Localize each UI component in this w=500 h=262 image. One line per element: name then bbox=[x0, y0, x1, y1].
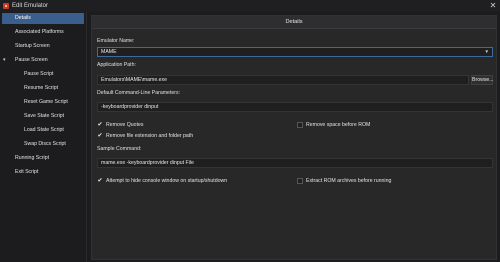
emulator-name-dropdown[interactable]: MAME ▼ bbox=[97, 47, 493, 57]
sidebar-item-label: Startup Screen bbox=[15, 43, 50, 49]
main-content: Details Emulator Name: MAME ▼ Applicatio… bbox=[88, 12, 500, 262]
application-path-label: Application Path: bbox=[97, 62, 136, 68]
expand-arrow-icon[interactable]: ▾ bbox=[3, 55, 6, 66]
sidebar-item-label: Running Script bbox=[15, 155, 50, 161]
sidebar-item-label: Reset Game Script bbox=[24, 99, 68, 105]
sample-command-label: Sample Command: bbox=[97, 146, 142, 152]
sidebar-item-label: Details bbox=[15, 15, 31, 21]
sidebar-item-label: Swap Discs Script bbox=[24, 141, 66, 147]
sample-command-field: mame.exe -keyboardprovider dinput File bbox=[97, 158, 493, 168]
details-panel: Details Emulator Name: MAME ▼ Applicatio… bbox=[91, 15, 497, 260]
command-line-label: Default Command-Line Parameters: bbox=[97, 90, 181, 96]
remove-extension-label: Remove file extension and folder path bbox=[106, 132, 194, 139]
hide-console-label: Attempt to hide console window on startu… bbox=[106, 177, 228, 184]
emulator-name-value: MAME bbox=[101, 49, 117, 55]
sidebar-item-label: Load State Script bbox=[24, 127, 64, 133]
remove-quotes-label: Remove Quotes bbox=[106, 121, 144, 128]
remove-space-label: Remove space before ROM bbox=[306, 121, 371, 128]
sidebar-item-label: Save State Script bbox=[24, 113, 65, 119]
checkmark-icon: ✔ bbox=[97, 177, 103, 184]
sidebar-item-startup-screen[interactable]: Startup Screen bbox=[2, 41, 84, 52]
sidebar-item-running-script[interactable]: Running Script bbox=[2, 153, 84, 164]
checkmark-icon: ✔ bbox=[97, 121, 103, 128]
panel-header: Details bbox=[92, 16, 496, 29]
sidebar-item-label: Associated Platforms bbox=[15, 29, 64, 35]
checkbox-box bbox=[297, 121, 303, 128]
app-icon bbox=[3, 3, 9, 9]
checkbox-box: ✔ bbox=[97, 178, 103, 184]
checkbox-box: ✔ bbox=[97, 122, 103, 128]
browse-button[interactable]: Browse... bbox=[471, 75, 494, 85]
sidebar-item-save-state-script[interactable]: Save State Script bbox=[2, 111, 84, 122]
title-bar: Edit Emulator ✕ bbox=[0, 0, 500, 12]
sidebar-item-pause-script[interactable]: Pause Script bbox=[2, 69, 84, 80]
sidebar-item-load-state-script[interactable]: Load State Script bbox=[2, 125, 84, 136]
sidebar-item-label: Pause Screen bbox=[15, 57, 48, 63]
sidebar-item-details[interactable]: Details bbox=[2, 13, 84, 24]
checkbox-box bbox=[297, 177, 303, 184]
close-button[interactable]: ✕ bbox=[488, 1, 498, 11]
sidebar-item-reset-game-script[interactable]: Reset Game Script bbox=[2, 97, 84, 108]
emulator-name-label: Emulator Name: bbox=[97, 38, 135, 44]
sidebar-item-label: Pause Script bbox=[24, 71, 54, 77]
sidebar-item-label: Resume Script bbox=[24, 85, 59, 91]
checkbox-box: ✔ bbox=[97, 133, 103, 139]
sidebar-item-swap-discs-script[interactable]: Swap Discs Script bbox=[2, 139, 84, 150]
application-path-input[interactable]: Emulators\MAME\mame.exe bbox=[97, 75, 469, 85]
sidebar-item-resume-script[interactable]: Resume Script bbox=[2, 83, 84, 94]
window-title: Edit Emulator bbox=[12, 2, 49, 9]
extract-rom-label: Extract ROM archives before running bbox=[306, 177, 392, 184]
command-line-input[interactable]: -keyboardprovider dinput bbox=[97, 102, 493, 112]
sidebar-item-label: Exit Script bbox=[15, 169, 39, 175]
sidebar-item-associated-platforms[interactable]: Associated Platforms bbox=[2, 27, 84, 38]
sidebar-item-pause-screen[interactable]: ▾ Pause Screen bbox=[2, 55, 84, 66]
sidebar-item-exit-script[interactable]: Exit Script bbox=[2, 167, 84, 178]
sidebar: Details Associated Platforms Startup Scr… bbox=[0, 12, 87, 262]
checkmark-icon: ✔ bbox=[97, 132, 103, 139]
chevron-down-icon: ▼ bbox=[484, 49, 489, 54]
